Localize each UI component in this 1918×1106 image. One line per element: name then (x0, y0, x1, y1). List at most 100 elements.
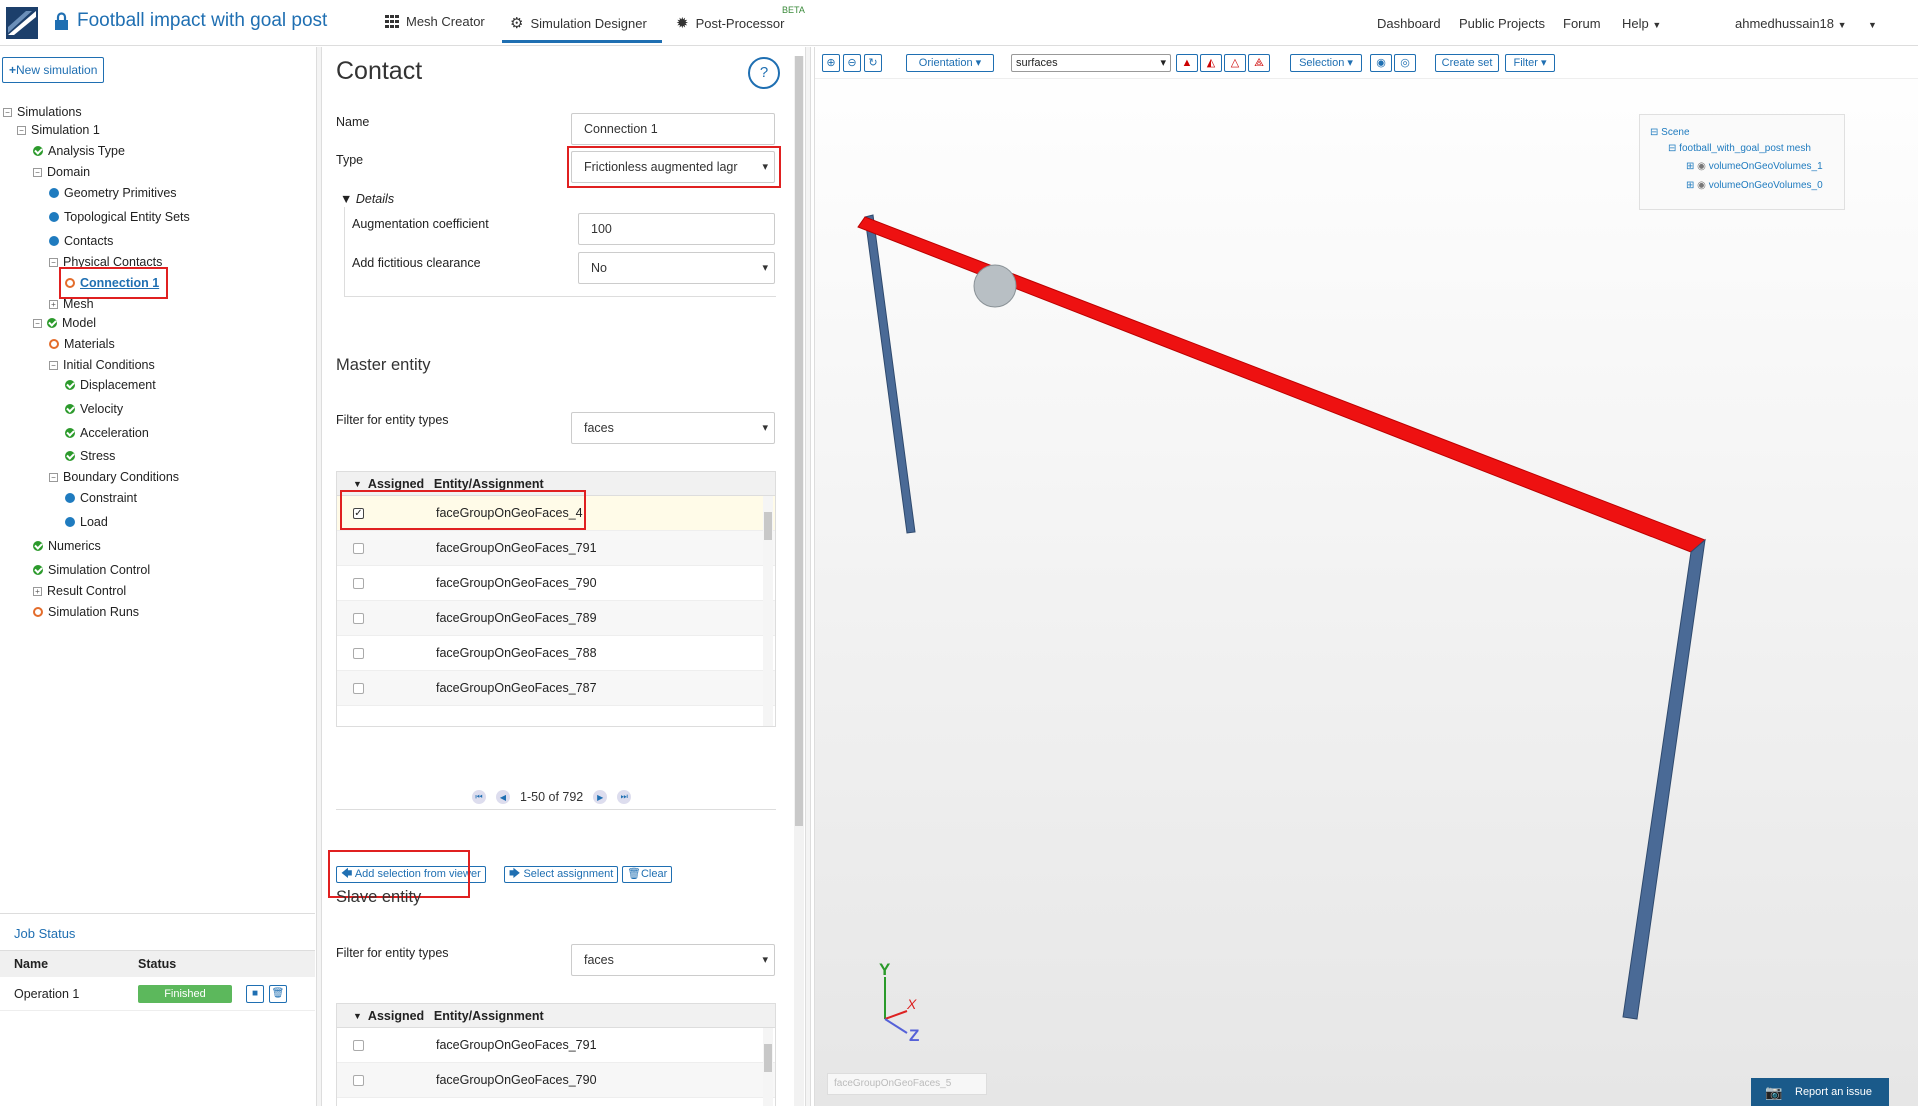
football[interactable] (973, 264, 1017, 308)
tree-item-velocity[interactable]: Velocity (65, 402, 123, 416)
tree-item-boundary-conditions[interactable]: − Boundary Conditions (49, 470, 179, 484)
stop-button[interactable]: ■ (246, 984, 264, 1003)
tree-item-simulation-runs[interactable]: Simulation Runs (33, 605, 139, 619)
job-name: Operation 1 (14, 986, 80, 1001)
assigned-checkbox[interactable] (353, 1074, 364, 1086)
tree-item-contacts[interactable]: Contacts (49, 234, 113, 248)
tree-item-simulations[interactable]: − Simulations (3, 105, 82, 119)
panel-scrollbar[interactable] (794, 56, 804, 1106)
tree-item-acceleration[interactable]: Acceleration (65, 426, 149, 440)
new-simulation-button[interactable]: +New simulation (2, 57, 105, 83)
simscale-logo[interactable] (6, 7, 38, 39)
table-row[interactable]: faceGroupOnGeoFaces_790 (337, 566, 775, 601)
tree-item-numerics[interactable]: Numerics (33, 539, 101, 553)
left-post[interactable] (864, 214, 916, 534)
master-filter-select[interactable]: faces (571, 412, 775, 444)
slave-filter-select[interactable]: faces (571, 944, 775, 976)
scrollbar-thumb[interactable] (795, 56, 803, 826)
expand-icon[interactable]: + (49, 299, 58, 309)
sort-icon[interactable]: ▼ (353, 1011, 362, 1021)
scene-root[interactable]: ⊟ Scene (1650, 127, 1690, 138)
next-page-icon[interactable]: ▶ (593, 790, 608, 804)
last-page-icon[interactable]: ⏭ (617, 790, 632, 804)
nav-forum[interactable]: Forum (1563, 16, 1601, 31)
scene-volume-1[interactable]: ⊞ ◉ volumeOnGeoVolumes_1 (1686, 161, 1823, 172)
scene-mesh[interactable]: ⊟ football_with_goal_post mesh (1668, 143, 1811, 154)
table-scrollbar[interactable] (763, 1028, 773, 1106)
tab-mesh-creator[interactable]: Mesh Creator (385, 14, 485, 29)
assigned-checkbox[interactable] (353, 647, 364, 659)
tree-item-model[interactable]: − Model (33, 316, 96, 330)
assigned-checkbox[interactable] (353, 612, 364, 624)
tree-item-load[interactable]: Load (65, 515, 108, 529)
tree-label: Simulation Runs (48, 605, 140, 619)
table-row[interactable]: faceGroupOnGeoFaces_791 (337, 1028, 775, 1063)
right-post[interactable] (1622, 538, 1706, 1020)
assigned-checkbox[interactable] (353, 577, 364, 589)
tree-item-materials[interactable]: Materials (49, 337, 115, 351)
panel-splitter[interactable] (316, 47, 322, 1106)
delete-button[interactable]: 🗑 (269, 984, 287, 1003)
table-row[interactable]: faceGroupOnGeoFaces_790 (337, 1063, 775, 1098)
collapse-icon[interactable]: − (49, 360, 58, 370)
tree-item-result-control[interactable]: + Result Control (33, 584, 126, 598)
help-button[interactable]: ? (748, 57, 780, 89)
table-row[interactable]: faceGroupOnGeoFaces_791 (337, 531, 775, 566)
tab-post-processor[interactable]: ✹ Post-Processor (676, 14, 784, 32)
scrollbar-thumb[interactable] (764, 1044, 772, 1072)
scrollbar-thumb[interactable] (764, 512, 772, 540)
divider (336, 809, 776, 810)
job-status-header: Name Status (0, 951, 315, 977)
panel-splitter[interactable] (805, 47, 811, 1106)
table-row[interactable]: faceGroupOnGeoFaces_788 (337, 636, 775, 671)
user-menu[interactable]: ahmedhussain18 ▼ (1735, 16, 1847, 31)
prev-page-icon[interactable]: ◀ (496, 790, 510, 804)
name-field[interactable]: Connection 1 (571, 113, 775, 145)
tree-label: Initial Conditions (63, 358, 155, 372)
collapse-icon[interactable]: − (49, 472, 58, 482)
sort-icon[interactable]: ▼ (353, 479, 362, 489)
tree-item-domain[interactable]: − Domain (33, 165, 90, 179)
tree-item-initial-conditions[interactable]: − Initial Conditions (49, 358, 155, 372)
table-scrollbar[interactable] (763, 496, 773, 726)
table-row[interactable]: faceGroupOnGeoFaces_787 (337, 671, 775, 706)
assigned-checkbox[interactable] (353, 542, 364, 554)
tree-item-stress[interactable]: Stress (65, 449, 115, 463)
clearance-select[interactable]: No (578, 252, 775, 284)
assigned-checkbox[interactable] (353, 682, 364, 694)
nav-public-projects[interactable]: Public Projects (1459, 16, 1545, 31)
table-row[interactable]: faceGroupOnGeoFaces_789 (337, 601, 775, 636)
expand-icon[interactable]: + (33, 586, 42, 596)
tree-item-simulation-1[interactable]: − Simulation 1 (17, 123, 100, 137)
tree-label: Simulation 1 (31, 123, 100, 137)
tree-item-analysis-type[interactable]: Analysis Type (33, 144, 125, 158)
collapse-icon[interactable]: − (33, 318, 42, 328)
eye-icon[interactable]: ◉ (1697, 180, 1706, 191)
tree-item-geometry-primitives[interactable]: Geometry Primitives (49, 186, 177, 200)
tree-item-constraint[interactable]: Constraint (65, 491, 137, 505)
3d-viewer[interactable]: ⊕ ⊖ ↻ Orientation ▾ surfaces ▾ ▲ ◭ △ ⟁ Se… (814, 47, 1918, 1106)
tree-item-topological-entity-sets[interactable]: Topological Entity Sets (49, 210, 190, 224)
tree-item-simulation-control[interactable]: Simulation Control (33, 563, 150, 577)
first-page-icon[interactable]: ⏮ (472, 790, 486, 804)
tab-simulation-designer[interactable]: ⚙ Simulation Designer (502, 14, 662, 43)
tree-item-mesh[interactable]: + Mesh (49, 297, 94, 311)
tree-item-displacement[interactable]: Displacement (65, 378, 156, 392)
clear-label: Clear (640, 868, 668, 880)
clear-button[interactable]: 🗑Clear (622, 866, 673, 883)
collapse-icon[interactable]: − (3, 107, 12, 117)
select-assignment-button[interactable]: 🡆 Select assignment (504, 866, 619, 883)
report-issue-button[interactable]: 📷 Report an issue (1751, 1078, 1889, 1106)
account-caret-icon[interactable]: ▼ (1868, 16, 1877, 31)
collapse-icon[interactable]: − (49, 257, 58, 267)
augmentation-input[interactable]: 100 (578, 213, 775, 245)
nav-help[interactable]: Help ▼ (1622, 16, 1661, 31)
eye-icon[interactable]: ◉ (1697, 161, 1706, 172)
scene-volume-0[interactable]: ⊞ ◉ volumeOnGeoVolumes_0 (1686, 180, 1823, 191)
nav-dashboard[interactable]: Dashboard (1377, 16, 1441, 31)
details-toggle[interactable]: ▼ Details (340, 192, 394, 206)
tree-label: Constraint (80, 491, 137, 505)
collapse-icon[interactable]: − (17, 125, 26, 135)
collapse-icon[interactable]: − (33, 167, 42, 177)
assigned-checkbox[interactable] (353, 1039, 364, 1051)
